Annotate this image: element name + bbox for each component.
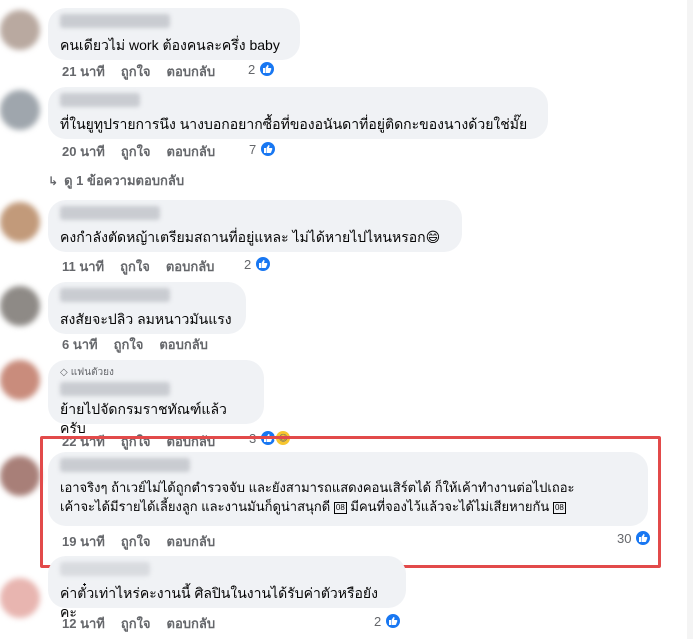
comment-text: คนเดียวไม่ work ต้องคนละครึ่ง baby — [60, 37, 280, 53]
reaction-number: 2 — [248, 61, 256, 77]
like-reaction-icon — [258, 60, 277, 78]
avatar[interactable] — [0, 90, 40, 130]
reaction-number: 2 — [244, 256, 252, 272]
comment-bubble: สงสัยจะปลิว ลมหนาวมันแรง — [48, 282, 246, 334]
comment-time[interactable]: 6 นาที — [62, 334, 98, 355]
reply-button[interactable]: ตอบกลับ — [167, 61, 216, 82]
comment-time[interactable]: 12 นาที — [62, 613, 105, 634]
view-replies-label: ดู 1 ข้อความตอบกลับ — [64, 173, 185, 188]
highlight-box — [40, 436, 661, 568]
diamond-icon: ◇ — [60, 367, 68, 378]
author-name-blurred[interactable] — [60, 206, 160, 220]
author-name-blurred[interactable] — [60, 288, 170, 302]
reply-arrow-icon: ↳ — [48, 173, 59, 188]
top-fan-label: แฟนตัวยง — [70, 367, 114, 378]
comment-actions: 12 นาที ถูกใจ ตอบกลับ — [62, 613, 215, 634]
comment-time[interactable]: 20 นาที — [62, 141, 105, 162]
like-button[interactable]: ถูกใจ — [121, 613, 151, 634]
avatar[interactable] — [0, 286, 40, 326]
like-reaction-icon — [259, 140, 278, 158]
comment-text: ที่ในยูทูปรายการนึง นางบอกอยากซื้อที่ของ… — [60, 116, 528, 132]
comment-time[interactable]: 11 นาที — [62, 256, 104, 277]
like-button[interactable]: ถูกใจ — [121, 61, 151, 82]
avatar[interactable] — [0, 202, 40, 242]
reaction-count[interactable]: 2 — [374, 612, 403, 630]
comment-actions: 20 นาที ถูกใจ ตอบกลับ — [62, 141, 215, 162]
author-name-blurred[interactable] — [60, 14, 170, 28]
like-button[interactable]: ถูกใจ — [114, 334, 144, 355]
avatar[interactable] — [0, 10, 40, 50]
author-name-blurred[interactable] — [60, 382, 170, 396]
view-replies-link[interactable]: ↳ ดู 1 ข้อความตอบกลับ — [48, 170, 184, 191]
reaction-count[interactable]: 7 — [249, 140, 278, 158]
author-name-blurred[interactable] — [60, 93, 140, 107]
reaction-number: 7 — [249, 141, 257, 157]
comment-text: คงกำลังตัดหญ้าเตรียมสถานที่อยู่แหละ ไม่ไ… — [60, 229, 441, 245]
comment-time[interactable]: 21 นาที — [62, 61, 105, 82]
comment-bubble: คงกำลังตัดหญ้าเตรียมสถานที่อยู่แหละ ไม่ไ… — [48, 200, 462, 252]
comment-actions: 11 นาที ถูกใจ ตอบกลับ — [62, 256, 214, 277]
comment-bubble: คนเดียวไม่ work ต้องคนละครึ่ง baby — [48, 8, 300, 60]
reply-button[interactable]: ตอบกลับ — [166, 256, 215, 277]
scrollbar[interactable] — [687, 0, 693, 639]
comment-bubble: ◇ แฟนตัวยง ย้ายไปจัดกรมราชทัณฑ์แล้วครับ — [48, 360, 264, 436]
comment-bubble: ค่าตั๋วเท่าไหร่คะงานนี้ ศิลปินในงานได้รั… — [48, 556, 406, 620]
like-reaction-icon — [254, 255, 273, 273]
like-reaction-icon — [384, 612, 403, 630]
avatar[interactable] — [0, 360, 40, 400]
like-button[interactable]: ถูกใจ — [121, 141, 151, 162]
avatar[interactable] — [0, 456, 40, 496]
reply-button[interactable]: ตอบกลับ — [167, 613, 216, 634]
comment-text: สงสัยจะปลิว ลมหนาวมันแรง — [60, 311, 232, 327]
like-button[interactable]: ถูกใจ — [120, 256, 150, 277]
reply-button[interactable]: ตอบกลับ — [167, 141, 216, 162]
reaction-count[interactable]: 2 — [244, 255, 273, 273]
comment-actions: 21 นาที ถูกใจ ตอบกลับ — [62, 61, 215, 82]
comment-actions: 6 นาที ถูกใจ ตอบกลับ — [62, 334, 208, 355]
author-name-blurred[interactable] — [60, 562, 150, 576]
comment-bubble: ที่ในยูทูปรายการนึง นางบอกอยากซื้อที่ของ… — [48, 87, 548, 139]
reaction-count[interactable]: 2 — [248, 60, 277, 78]
avatar[interactable] — [0, 578, 40, 618]
reaction-number: 2 — [374, 613, 382, 629]
top-fan-badge: ◇ แฟนตัวยง — [60, 365, 252, 380]
reply-button[interactable]: ตอบกลับ — [159, 334, 208, 355]
